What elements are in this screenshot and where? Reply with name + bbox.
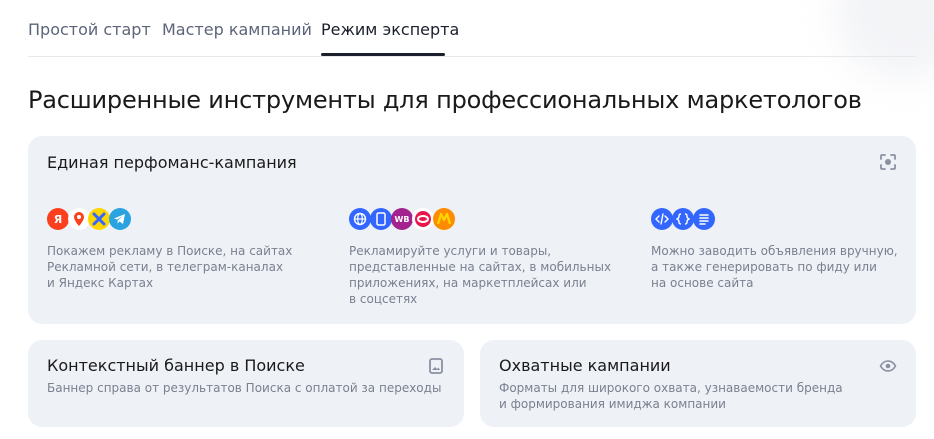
code-icon	[651, 208, 673, 230]
tab-campaign-wizard[interactable]: Мастер кампаний	[162, 20, 312, 39]
card-title: Контекстный баннер в Поиске	[47, 356, 305, 375]
ozon-icon	[412, 208, 434, 230]
sources-text: Рекламируйте услуги и товары, представле…	[349, 244, 612, 306]
tab-simple-start[interactable]: Простой старт	[28, 20, 151, 39]
telegram-icon	[109, 208, 131, 230]
sources-icons: WB	[349, 208, 629, 234]
tab-expert-mode[interactable]: Режим эксперта	[321, 20, 459, 39]
card-description: Баннер справа от результатов Поиска с оп…	[47, 381, 442, 395]
ads-creation-column: Можно заводить объявления вручную, а так…	[651, 208, 931, 291]
page-title: Расширенные инструменты для профессионал…	[28, 86, 862, 114]
yandex-icon: Я	[47, 208, 69, 230]
sources-column: WB Рекламируйте услуги и товары, предста…	[349, 208, 629, 307]
placements-text: Покажем рекламу в Поиске, на сайтах Рекл…	[47, 244, 293, 290]
mobile-app-icon	[370, 208, 392, 230]
placements-icons: Я	[47, 208, 327, 234]
performance-campaign-card[interactable]: Единая перфоманс-кампания Я Покажем рекл…	[28, 136, 916, 324]
ads-creation-icons	[651, 208, 931, 234]
image-icon	[429, 358, 443, 374]
mode-tabs: Простой старт Мастер кампаний Режим эксп…	[28, 0, 916, 57]
active-tab-indicator	[321, 53, 445, 56]
reach-campaigns-card[interactable]: Охватные кампании Форматы для широкого о…	[480, 340, 916, 427]
globe-icon	[349, 208, 371, 230]
eye-icon	[879, 360, 897, 372]
maps-pin-icon	[68, 208, 90, 230]
market-icon	[433, 208, 455, 230]
card-title: Единая перфоманс-кампания	[47, 153, 297, 172]
card-title: Охватные кампании	[499, 356, 671, 375]
ads-creation-text: Можно заводить объявления вручную, а так…	[651, 244, 898, 290]
scan-icon	[880, 154, 896, 170]
card-description: Форматы для широкого охвата, узнаваемост…	[499, 381, 843, 411]
wildberries-icon: WB	[391, 208, 413, 230]
feed-icon	[672, 208, 694, 230]
placements-column: Я Покажем рекламу в Поиске, на сайтах Ре…	[47, 208, 327, 291]
document-icon	[693, 208, 715, 230]
direct-icon	[88, 208, 110, 230]
context-banner-card[interactable]: Контекстный баннер в Поиске Баннер справ…	[28, 340, 464, 427]
